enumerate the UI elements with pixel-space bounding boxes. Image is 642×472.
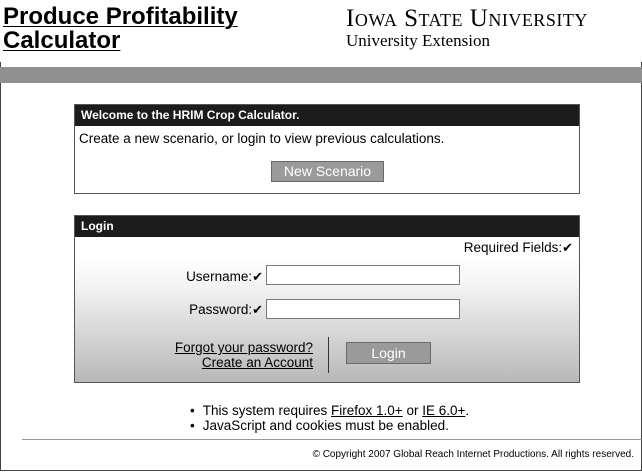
list-item: This system requires Firefox 1.0+ or IE … <box>190 403 469 418</box>
requirements-prefix: This system requires <box>202 403 332 418</box>
login-title: Login <box>75 216 579 237</box>
ie-link[interactable]: IE 6.0+ <box>422 403 465 418</box>
password-label: Password:✔ <box>83 302 263 318</box>
welcome-panel: Welcome to the HRIM Crop Calculator. Cre… <box>74 104 580 194</box>
requirements-list: This system requires Firefox 1.0+ or IE … <box>190 403 469 433</box>
university-name: Iowa State University <box>346 5 588 32</box>
check-icon: ✔ <box>562 240 573 255</box>
password-label-text: Password: <box>189 302 253 317</box>
firefox-link[interactable]: Firefox 1.0+ <box>331 403 403 418</box>
header-divider-bar <box>0 67 642 83</box>
divider <box>328 337 329 373</box>
welcome-text: Create a new scenario, or login to view … <box>79 131 445 146</box>
check-icon: ✔ <box>252 269 263 284</box>
copyright-text: © Copyright 2007 Global Reach Internet P… <box>312 449 634 460</box>
login-panel: Login Required Fields:✔ Username:✔ Passw… <box>74 215 580 383</box>
forgot-password-link[interactable]: Forgot your password? <box>135 340 313 355</box>
password-input[interactable] <box>266 299 460 319</box>
app-title-line1: Produce Profitability <box>3 3 238 30</box>
required-fields-label: Required Fields: <box>463 240 563 255</box>
required-fields-note: Required Fields:✔ <box>464 240 573 256</box>
welcome-title: Welcome to the HRIM Crop Calculator. <box>75 105 579 126</box>
requirements-or: or <box>402 403 423 418</box>
username-input[interactable] <box>266 265 460 285</box>
account-links: Forgot your password? Create an Account <box>135 340 313 370</box>
university-extension: University Extension <box>346 31 491 50</box>
header: Produce Profitability Calculator Iowa St… <box>0 0 642 62</box>
requirements-period: . <box>465 403 470 418</box>
check-icon: ✔ <box>252 302 263 317</box>
app-title: Produce Profitability Calculator <box>3 5 238 53</box>
list-item: JavaScript and cookies must be enabled. <box>190 418 469 433</box>
username-label-text: Username: <box>186 269 253 284</box>
create-account-link[interactable]: Create an Account <box>135 355 313 370</box>
login-button[interactable]: Login <box>346 342 431 364</box>
university-logo: Iowa State University University Extensi… <box>346 6 588 50</box>
footer-divider <box>22 439 642 440</box>
new-scenario-button[interactable]: New Scenario <box>271 161 384 182</box>
app-title-line2: Calculator <box>3 27 121 54</box>
username-label: Username:✔ <box>83 269 263 285</box>
